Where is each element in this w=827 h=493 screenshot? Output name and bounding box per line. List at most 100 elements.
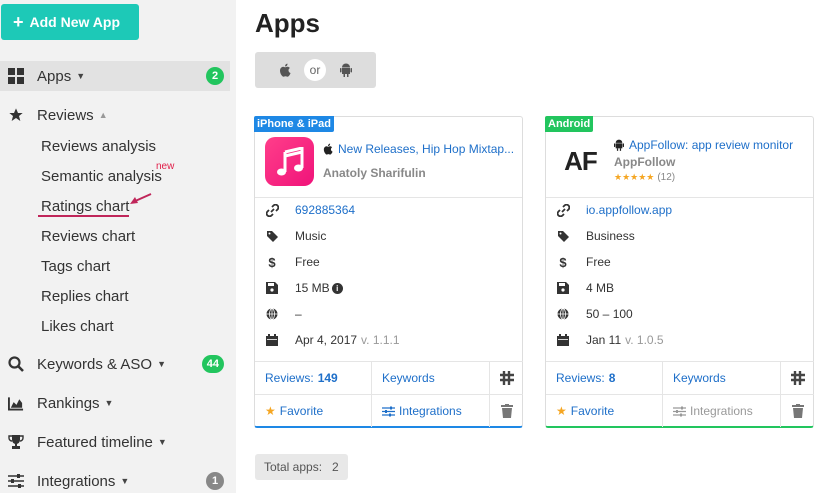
app-name-link[interactable]: New Releases, Hip Hop Mixtap... bbox=[323, 142, 514, 156]
platform-label: Android bbox=[545, 116, 594, 132]
info-row-size: 15 MB i bbox=[265, 278, 343, 298]
calendar-icon bbox=[556, 334, 570, 346]
total-apps-label: Total apps: bbox=[264, 460, 323, 474]
caret-down-icon: ▼ bbox=[120, 476, 130, 486]
app-name-link[interactable]: AppFollow: app review monitor bbox=[614, 138, 793, 152]
app-size: 15 MB bbox=[295, 281, 330, 295]
card-footer: Reviews: 149 Keywords ★ Favorite Integra… bbox=[255, 361, 523, 427]
sub-replies-chart[interactable]: Replies chart bbox=[41, 287, 129, 307]
trophy-icon bbox=[8, 434, 24, 450]
rating-stars-icon: ★★★★★ bbox=[614, 172, 655, 182]
platform-label: iPhone & iPad bbox=[254, 116, 334, 132]
nav-apps-label: Apps bbox=[37, 67, 72, 85]
app-installs: 50 – 100 bbox=[586, 307, 633, 321]
calendar-icon bbox=[265, 334, 279, 346]
main-content: Apps or iPhone & iPad New Releases, Hip … bbox=[236, 0, 827, 493]
nav-integrations-label: Integrations bbox=[37, 472, 116, 490]
sub-tags-chart[interactable]: Tags chart bbox=[41, 257, 110, 277]
app-id-link[interactable]: io.appfollow.app bbox=[586, 203, 672, 217]
trash-icon[interactable] bbox=[781, 394, 814, 427]
info-row-price: $ Free bbox=[556, 252, 610, 272]
nav-apps[interactable]: Apps ▼ 2 bbox=[0, 61, 230, 91]
app-icon-music[interactable] bbox=[265, 137, 314, 186]
caret-up-icon: ▲ bbox=[98, 110, 108, 120]
app-version: v. 1.0.5 bbox=[625, 333, 664, 347]
app-category: Business bbox=[586, 229, 635, 243]
nav-reviews[interactable]: Reviews ▲ bbox=[0, 100, 230, 130]
toggle-or-label: or bbox=[304, 59, 326, 81]
page-title: Apps bbox=[255, 8, 320, 38]
app-developer: Anatoly Sharifulin bbox=[323, 166, 426, 180]
integrations-button[interactable]: Integrations bbox=[372, 394, 490, 427]
app-release-date: Jan 11 bbox=[586, 333, 622, 347]
nav-keywords-aso[interactable]: Keywords & ASO ▼ 44 bbox=[0, 349, 230, 379]
integrations-count-badge: 1 bbox=[206, 472, 224, 490]
add-new-app-label: Add New App bbox=[29, 14, 120, 30]
reviews-link[interactable]: Reviews: 149 bbox=[255, 361, 372, 394]
info-row-date: Apr 4, 2017 v. 1.1.1 bbox=[265, 330, 400, 350]
slack-icon[interactable] bbox=[781, 361, 814, 394]
divider bbox=[255, 197, 522, 198]
dollar-icon: $ bbox=[559, 254, 567, 270]
reviews-label: Reviews: bbox=[265, 371, 314, 385]
app-name-text: New Releases, Hip Hop Mixtap... bbox=[338, 142, 515, 156]
floppy-disk-icon bbox=[265, 282, 279, 294]
sliders-icon bbox=[382, 406, 395, 417]
add-new-app-button[interactable]: + Add New App bbox=[1, 4, 139, 40]
search-icon bbox=[8, 356, 24, 372]
new-tag: new bbox=[156, 161, 175, 172]
tag-icon bbox=[265, 230, 279, 243]
app-version: v. 1.1.1 bbox=[361, 333, 400, 347]
favorite-label: Favorite bbox=[279, 404, 324, 418]
sliders-icon bbox=[8, 473, 24, 489]
link-icon bbox=[556, 203, 570, 217]
info-row-id: 692885364 bbox=[265, 200, 355, 220]
app-icon-appfollow[interactable]: AF bbox=[556, 137, 605, 186]
integrations-label: Integrations bbox=[690, 404, 753, 418]
info-icon[interactable]: i bbox=[331, 282, 343, 294]
app-card-ios: iPhone & iPad New Releases, Hip Hop Mixt… bbox=[254, 116, 523, 428]
star-icon: ★ bbox=[556, 404, 567, 418]
integrations-label: Integrations bbox=[399, 404, 462, 418]
music-note-icon bbox=[276, 146, 303, 175]
info-row-size: 4 MB bbox=[556, 278, 614, 298]
app-id-link[interactable]: 692885364 bbox=[295, 203, 355, 217]
sub-reviews-analysis[interactable]: Reviews analysis bbox=[41, 137, 156, 157]
apple-icon bbox=[280, 63, 291, 77]
favorite-button[interactable]: ★ Favorite bbox=[546, 394, 663, 427]
globe-icon bbox=[265, 308, 279, 320]
android-icon bbox=[339, 63, 352, 77]
platform-toggle: or bbox=[255, 52, 376, 88]
integrations-button[interactable]: Integrations bbox=[663, 394, 781, 427]
nav-rankings[interactable]: Rankings ▼ bbox=[0, 388, 230, 418]
nav-featured-timeline[interactable]: Featured timeline ▼ bbox=[0, 427, 230, 457]
sub-reviews-chart[interactable]: Reviews chart bbox=[41, 227, 135, 247]
total-apps: Total apps: 2 bbox=[255, 454, 348, 480]
info-row-languages: – bbox=[265, 304, 302, 324]
link-icon bbox=[265, 203, 279, 217]
favorite-button[interactable]: ★ Favorite bbox=[255, 394, 372, 427]
reviews-link[interactable]: Reviews: 8 bbox=[546, 361, 663, 394]
keywords-link[interactable]: Keywords bbox=[372, 361, 490, 394]
sliders-icon bbox=[673, 406, 686, 417]
app-release-date: Apr 4, 2017 bbox=[295, 333, 358, 347]
sub-semantic-analysis[interactable]: Semantic analysis bbox=[41, 167, 162, 187]
total-apps-value: 2 bbox=[332, 460, 339, 474]
keywords-link[interactable]: Keywords bbox=[663, 361, 781, 394]
info-row-category: Music bbox=[265, 226, 326, 246]
reviews-count: 8 bbox=[608, 371, 616, 385]
app-name-text: AppFollow: app review monitor bbox=[629, 138, 794, 152]
trash-icon[interactable] bbox=[490, 394, 523, 427]
sub-likes-chart[interactable]: Likes chart bbox=[41, 317, 114, 337]
app-developer: AppFollow bbox=[614, 155, 676, 169]
nav-integrations[interactable]: Integrations ▼ 1 bbox=[0, 466, 230, 493]
slack-icon[interactable] bbox=[490, 361, 523, 394]
star-icon: ★ bbox=[265, 404, 276, 418]
app-price: Free bbox=[295, 255, 320, 269]
info-row-category: Business bbox=[556, 226, 635, 246]
reviews-label: Reviews: bbox=[556, 371, 605, 385]
highlight-underline bbox=[38, 215, 129, 217]
sub-ratings-chart[interactable]: Ratings chart bbox=[41, 197, 129, 217]
info-row-price: $ Free bbox=[265, 252, 320, 272]
nav-reviews-label: Reviews bbox=[37, 106, 94, 124]
